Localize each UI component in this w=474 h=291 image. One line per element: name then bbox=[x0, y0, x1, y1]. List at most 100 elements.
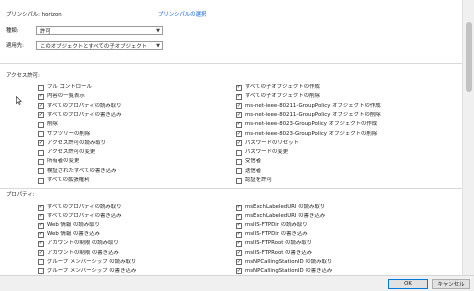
checkbox-label: すべてのプロパティの読み取り bbox=[47, 102, 122, 109]
checkbox-label: アカウントの制限 の読み取り bbox=[47, 240, 119, 247]
checkbox[interactable]: ✓ bbox=[38, 231, 44, 238]
checkbox[interactable] bbox=[38, 84, 44, 91]
checkbox[interactable]: ✓ bbox=[236, 250, 242, 256]
checkbox[interactable]: ✓ bbox=[38, 213, 44, 220]
checkmark-icon: ✓ bbox=[38, 249, 44, 256]
checkbox[interactable]: ✓ bbox=[38, 93, 44, 100]
checkmark-icon: ✓ bbox=[236, 102, 242, 109]
checkbox[interactable] bbox=[38, 131, 44, 137]
checkmark-icon: ✓ bbox=[38, 213, 44, 220]
checkbox-label: アクセス許可の変更 bbox=[47, 149, 96, 156]
checkmark-icon: ✓ bbox=[236, 84, 242, 90]
type-label: 種類: bbox=[6, 28, 19, 34]
checkmark-icon: ✓ bbox=[38, 93, 44, 100]
permissions-header: アクセス許可: bbox=[6, 73, 40, 79]
checkbox-label: すべての子オブジェクトの削除 bbox=[245, 93, 320, 100]
checkbox[interactable] bbox=[236, 168, 242, 175]
checkbox-label: 検証されたすべての書き込み bbox=[47, 167, 117, 174]
checkbox[interactable]: ✓ bbox=[236, 204, 242, 211]
chevron-down-icon: ▼ bbox=[156, 27, 160, 34]
vertical-scrollbar[interactable] bbox=[462, 0, 474, 275]
chevron-down-icon: ▼ bbox=[156, 42, 160, 49]
checkbox-label: すべてのプロパティの書き込み bbox=[47, 111, 122, 118]
checkbox[interactable]: ✓ bbox=[236, 84, 242, 91]
checkbox[interactable] bbox=[38, 149, 44, 156]
checkmark-icon: ✓ bbox=[236, 213, 242, 220]
checkbox[interactable]: ✓ bbox=[236, 93, 242, 100]
checkbox[interactable]: ✓ bbox=[236, 131, 242, 137]
checkmark-icon: ✓ bbox=[38, 222, 44, 229]
checkbox[interactable]: ✓ bbox=[38, 250, 44, 256]
checkbox[interactable] bbox=[236, 177, 242, 184]
checkbox[interactable]: ✓ bbox=[236, 258, 242, 266]
checkbox-label: msNPCallingStationID の読み取り bbox=[245, 258, 333, 265]
checkmark-icon: ✓ bbox=[236, 222, 242, 229]
checkbox-label: msExchLabeledURI の書き込み bbox=[245, 213, 326, 220]
checkbox-label: ms-net-ieee-8023-GroupPolicy オブジェクトの削除 bbox=[245, 130, 378, 137]
checkbox[interactable]: ✓ bbox=[38, 139, 44, 147]
checkmark-icon: ✓ bbox=[236, 130, 242, 137]
applies-to-dropdown[interactable]: このオブジェクトとすべての子オブジェクト ▼ bbox=[36, 41, 163, 50]
checkbox[interactable] bbox=[38, 259, 44, 266]
checkbox[interactable]: ✓ bbox=[38, 240, 44, 247]
checkmark-icon: ✓ bbox=[38, 111, 44, 118]
checkbox[interactable] bbox=[236, 158, 242, 165]
checkbox-label: すべてのプロパティの読み取り bbox=[47, 204, 122, 210]
checkbox-label: Web 情報 の書き込み bbox=[47, 231, 100, 238]
applies-to-label: 適用先: bbox=[6, 43, 24, 49]
checkbox-label: ms-net-ieee-80211-GroupPolicy オブジェクトの作成 bbox=[245, 102, 381, 109]
select-principal-link[interactable]: プリンシパルの選択 bbox=[158, 12, 206, 19]
checkbox-label: グループ メンバーシップ の読み取り bbox=[47, 258, 137, 265]
checkbox-label: アカウントの制限 の書き込み bbox=[47, 249, 119, 256]
checkbox[interactable]: ✓ bbox=[236, 121, 242, 128]
checkbox-label: 内容の一覧表示 bbox=[47, 93, 85, 100]
checkmark-icon: ✓ bbox=[236, 121, 242, 128]
checkbox-label: すべての拡張権利 bbox=[47, 177, 90, 183]
checkmark-icon: ✓ bbox=[38, 231, 44, 238]
checkbox[interactable]: ✓ bbox=[38, 111, 44, 119]
checkmark-icon: ✓ bbox=[236, 231, 242, 238]
checkbox-label: 送信者 bbox=[245, 167, 262, 174]
checkbox[interactable]: ✓ bbox=[38, 222, 44, 229]
checkbox-label: ms-net-ieee-8023-GroupPolicy オブジェクトの作成 bbox=[245, 121, 378, 128]
checkbox-label: 認証を許可 bbox=[245, 177, 272, 183]
checkbox[interactable]: ✓ bbox=[236, 102, 242, 110]
ok-button[interactable]: OK bbox=[388, 279, 428, 289]
checkbox[interactable] bbox=[38, 121, 44, 128]
checkbox[interactable]: ✓ bbox=[236, 240, 242, 247]
principal-label: プリンシパル: horizon bbox=[6, 12, 62, 18]
checkbox[interactable] bbox=[38, 158, 44, 165]
type-dropdown[interactable]: 許可 ▼ bbox=[36, 26, 163, 35]
scrollbar-thumb[interactable] bbox=[466, 22, 472, 92]
checkbox-label: msIIS-FTPDir の読み取り bbox=[245, 222, 308, 229]
checkbox-label: パスワードの変更 bbox=[245, 149, 289, 156]
divider bbox=[0, 63, 462, 64]
checkmark-icon: ✓ bbox=[38, 204, 44, 210]
checkbox-label: ms-net-ieee-80211-GroupPolicy オブジェクトの削除 bbox=[245, 111, 381, 118]
checkmark-icon: ✓ bbox=[38, 102, 44, 109]
checkbox[interactable]: ✓ bbox=[236, 231, 242, 238]
divider bbox=[0, 188, 462, 189]
checkbox[interactable] bbox=[236, 149, 242, 156]
checkbox-label: Web 情報 の読み取り bbox=[47, 222, 100, 229]
checkbox[interactable]: ✓ bbox=[236, 222, 242, 229]
checkbox[interactable] bbox=[38, 268, 44, 275]
checkbox[interactable]: ✓ bbox=[38, 102, 44, 110]
type-dropdown-value: 許可 bbox=[40, 28, 51, 35]
checkbox[interactable]: ✓ bbox=[236, 268, 242, 275]
checkbox[interactable] bbox=[38, 168, 44, 175]
checkmark-icon: ✓ bbox=[236, 258, 242, 265]
checkbox[interactable]: ✓ bbox=[38, 204, 44, 211]
checkbox-label: 受信者 bbox=[245, 158, 262, 165]
checkmark-icon: ✓ bbox=[236, 139, 242, 146]
checkbox-label: すべての子オブジェクトの作成 bbox=[245, 84, 320, 90]
cancel-button[interactable]: キャンセル bbox=[432, 279, 470, 289]
applies-to-dropdown-value: このオブジェクトとすべての子オブジェクト bbox=[40, 43, 148, 50]
checkbox[interactable] bbox=[38, 177, 44, 184]
checkbox[interactable]: ✓ bbox=[236, 112, 242, 119]
checkbox-label: フル コントロール bbox=[47, 84, 92, 90]
checkmark-icon: ✓ bbox=[38, 139, 44, 146]
checkbox[interactable]: ✓ bbox=[236, 213, 242, 220]
checkbox-label: パスワードのリセット bbox=[245, 139, 299, 146]
checkbox[interactable]: ✓ bbox=[236, 139, 242, 147]
